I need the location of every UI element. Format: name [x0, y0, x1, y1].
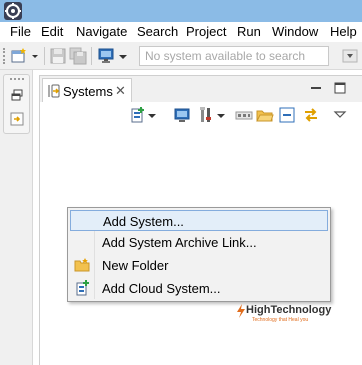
system-monitor-icon[interactable] — [97, 47, 115, 65]
view-menu-icon[interactable] — [333, 106, 347, 124]
close-icon[interactable]: ✕ — [115, 83, 126, 98]
new-wizard-icon[interactable] — [10, 47, 28, 65]
view-toolbar — [40, 102, 362, 130]
new-dropdown-arrow-icon[interactable] — [30, 47, 40, 65]
menu-window[interactable]: Window — [272, 24, 318, 40]
cloud-system-icon — [76, 280, 89, 296]
main-toolbar: No system available to search — [0, 42, 362, 70]
menu-file[interactable]: File — [10, 24, 31, 40]
menu-edit[interactable]: Edit — [41, 24, 63, 40]
menu-run[interactable]: Run — [237, 24, 261, 40]
menu-item-label: Add System... — [103, 214, 184, 229]
add-system-dropdown-icon[interactable] — [147, 106, 157, 124]
systems-view-icon[interactable] — [9, 111, 25, 127]
tab-systems[interactable]: Systems ✕ — [42, 78, 132, 102]
menu-bar: File Edit Navigate Search Project Run Wi… — [0, 22, 362, 42]
menu-item-new-folder[interactable]: New Folder — [70, 255, 328, 276]
context-menu: Add System... Add System Archive Link...… — [67, 207, 331, 302]
maximize-icon[interactable] — [334, 82, 346, 94]
collapse-all-icon[interactable] — [278, 106, 296, 124]
minimize-icon[interactable] — [310, 82, 322, 94]
menu-project[interactable]: Project — [186, 24, 226, 40]
save-icon[interactable] — [49, 47, 67, 65]
monitor-icon[interactable] — [173, 106, 191, 124]
toolbar-separator — [44, 47, 45, 65]
link-with-editor-icon[interactable] — [302, 106, 320, 124]
lightning-logo-icon — [237, 304, 245, 318]
watermark-subtitle: Technology that Heal you — [252, 317, 309, 323]
monitor-dropdown-arrow-icon[interactable] — [117, 47, 129, 65]
save-all-icon[interactable] — [69, 47, 87, 65]
watermark-logo: HighTechnology Technology that Heal you — [236, 304, 336, 326]
menu-item-add-system[interactable]: Add System... — [70, 210, 328, 231]
watermark-title: HighTechnology — [246, 304, 332, 316]
tab-systems-label: Systems — [63, 84, 113, 99]
minimized-stack — [3, 74, 30, 134]
toolbar-grip[interactable] — [3, 48, 5, 64]
menu-search[interactable]: Search — [137, 24, 178, 40]
tools-icon[interactable] — [197, 106, 215, 124]
menu-item-label: Add System Archive Link... — [102, 235, 257, 250]
toolbar-overflow-icon[interactable] — [340, 47, 362, 65]
restore-icon[interactable] — [9, 87, 25, 103]
trim-grip[interactable] — [10, 78, 24, 80]
menu-item-add-system-archive-link[interactable]: Add System Archive Link... — [70, 232, 328, 253]
toolbar-separator — [91, 47, 92, 65]
menu-navigate[interactable]: Navigate — [76, 24, 127, 40]
menu-help[interactable]: Help — [330, 24, 357, 40]
app-gear-icon — [4, 2, 22, 20]
systems-tab-icon — [48, 84, 60, 98]
tools-dropdown-icon[interactable] — [216, 106, 226, 124]
system-search-input[interactable]: No system available to search — [139, 46, 329, 66]
add-system-icon[interactable] — [128, 106, 146, 124]
menu-item-label: New Folder — [102, 258, 169, 273]
window-title-bar[interactable] — [0, 0, 362, 22]
menu-item-add-cloud-system[interactable]: Add Cloud System... — [70, 278, 328, 299]
left-trim-bar — [0, 70, 33, 365]
list-view-icon[interactable] — [235, 106, 253, 124]
menu-item-label: Add Cloud System... — [102, 281, 221, 296]
folder-icon — [74, 258, 90, 272]
view-tab-header: Systems ✕ — [40, 76, 362, 102]
open-folder-icon[interactable] — [256, 106, 274, 124]
